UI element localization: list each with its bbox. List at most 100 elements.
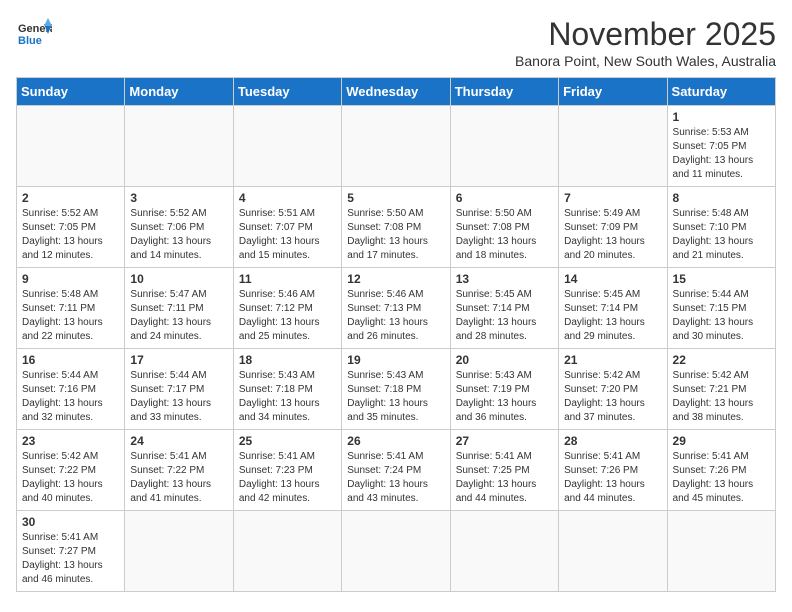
day-number: 28 [564,434,661,448]
day-info: Sunrise: 5:45 AM Sunset: 7:14 PM Dayligh… [564,288,661,344]
day-number: 23 [22,434,119,448]
calendar-cell: 4 Sunrise: 5:51 AM Sunset: 7:07 PM Daylig… [233,187,341,268]
day-number: 19 [347,353,444,367]
header-thursday: Thursday [450,78,558,106]
calendar-cell: 5Sunrise: 5:50 AM Sunset: 7:08 PM Daylig… [342,187,450,268]
calendar-cell: 17 Sunrise: 5:44 AM Sunset: 7:17 PM Dayli… [125,349,233,430]
logo-icon: General Blue [16,16,52,52]
day-number: 10 [130,272,227,286]
calendar-week-6: 30Sunrise: 5:41 AM Sunset: 7:27 PM Dayli… [17,511,776,592]
header-sunday: Sunday [17,78,125,106]
calendar-cell: 29 Sunrise: 5:41 AM Sunset: 7:26 PM Dayli… [667,430,775,511]
day-number: 4 [239,191,336,205]
calendar-cell [125,106,233,187]
calendar-cell: 16 Sunrise: 5:44 AM Sunset: 7:16 PM Dayli… [17,349,125,430]
header-saturday: Saturday [667,78,775,106]
month-title: November 2025 [515,16,776,53]
calendar-cell: 19Sunrise: 5:43 AM Sunset: 7:18 PM Dayli… [342,349,450,430]
logo: General Blue [16,16,52,52]
day-number: 21 [564,353,661,367]
calendar-cell [233,511,341,592]
day-number: 20 [456,353,553,367]
day-info: Sunrise: 5:44 AM Sunset: 7:17 PM Dayligh… [130,369,227,425]
day-number: 14 [564,272,661,286]
day-info: Sunrise: 5:46 AM Sunset: 7:13 PM Dayligh… [347,288,444,344]
day-info: Sunrise: 5:42 AM Sunset: 7:20 PM Dayligh… [564,369,661,425]
calendar-cell: 11Sunrise: 5:46 AM Sunset: 7:12 PM Dayli… [233,268,341,349]
day-info: Sunrise: 5:41 AM Sunset: 7:26 PM Dayligh… [564,450,661,506]
calendar-cell [450,511,558,592]
day-info: Sunrise: 5:44 AM Sunset: 7:15 PM Dayligh… [673,288,770,344]
day-info: Sunrise: 5:42 AM Sunset: 7:21 PM Dayligh… [673,369,770,425]
header-friday: Friday [559,78,667,106]
header-wednesday: Wednesday [342,78,450,106]
calendar-cell [17,106,125,187]
day-info: Sunrise: 5:51 AM Sunset: 7:07 PM Dayligh… [239,207,336,263]
day-info: Sunrise: 5:41 AM Sunset: 7:26 PM Dayligh… [673,450,770,506]
day-info: Sunrise: 5:48 AM Sunset: 7:10 PM Dayligh… [673,207,770,263]
calendar-cell: 12Sunrise: 5:46 AM Sunset: 7:13 PM Dayli… [342,268,450,349]
title-block: November 2025 Banora Point, New South Wa… [515,16,776,69]
day-info: Sunrise: 5:50 AM Sunset: 7:08 PM Dayligh… [347,207,444,263]
day-info: Sunrise: 5:44 AM Sunset: 7:16 PM Dayligh… [22,369,119,425]
calendar-week-2: 2Sunrise: 5:52 AM Sunset: 7:05 PM Daylig… [17,187,776,268]
day-info: Sunrise: 5:49 AM Sunset: 7:09 PM Dayligh… [564,207,661,263]
day-info: Sunrise: 5:48 AM Sunset: 7:11 PM Dayligh… [22,288,119,344]
calendar-cell: 1Sunrise: 5:53 AM Sunset: 7:05 PM Daylig… [667,106,775,187]
calendar-week-4: 16 Sunrise: 5:44 AM Sunset: 7:16 PM Dayli… [17,349,776,430]
day-info: Sunrise: 5:41 AM Sunset: 7:24 PM Dayligh… [347,450,444,506]
day-number: 29 [673,434,770,448]
calendar-cell: 2Sunrise: 5:52 AM Sunset: 7:05 PM Daylig… [17,187,125,268]
day-number: 15 [673,272,770,286]
calendar-cell: 6Sunrise: 5:50 AM Sunset: 7:08 PM Daylig… [450,187,558,268]
calendar-cell [559,511,667,592]
calendar-cell: 23 Sunrise: 5:42 AM Sunset: 7:22 PM Dayli… [17,430,125,511]
day-info: Sunrise: 5:42 AM Sunset: 7:22 PM Dayligh… [22,450,119,506]
calendar-cell: 9Sunrise: 5:48 AM Sunset: 7:11 PM Daylig… [17,268,125,349]
calendar-cell: 15 Sunrise: 5:44 AM Sunset: 7:15 PM Dayli… [667,268,775,349]
day-number: 3 [130,191,227,205]
day-number: 24 [130,434,227,448]
calendar-cell: 13Sunrise: 5:45 AM Sunset: 7:14 PM Dayli… [450,268,558,349]
calendar-cell: 8 Sunrise: 5:48 AM Sunset: 7:10 PM Daylig… [667,187,775,268]
calendar-table: Sunday Monday Tuesday Wednesday Thursday… [16,77,776,592]
calendar-cell [125,511,233,592]
header: General Blue November 2025 Banora Point,… [16,16,776,69]
day-info: Sunrise: 5:41 AM Sunset: 7:25 PM Dayligh… [456,450,553,506]
calendar-cell: 22Sunrise: 5:42 AM Sunset: 7:21 PM Dayli… [667,349,775,430]
day-number: 17 [130,353,227,367]
day-info: Sunrise: 5:41 AM Sunset: 7:22 PM Dayligh… [130,450,227,506]
calendar-week-3: 9Sunrise: 5:48 AM Sunset: 7:11 PM Daylig… [17,268,776,349]
day-info: Sunrise: 5:43 AM Sunset: 7:19 PM Dayligh… [456,369,553,425]
day-info: Sunrise: 5:45 AM Sunset: 7:14 PM Dayligh… [456,288,553,344]
day-number: 30 [22,515,119,529]
calendar-week-5: 23 Sunrise: 5:42 AM Sunset: 7:22 PM Dayli… [17,430,776,511]
day-number: 8 [673,191,770,205]
calendar-cell: 10Sunrise: 5:47 AM Sunset: 7:11 PM Dayli… [125,268,233,349]
day-info: Sunrise: 5:41 AM Sunset: 7:23 PM Dayligh… [239,450,336,506]
svg-text:Blue: Blue [18,35,42,47]
calendar-cell [233,106,341,187]
day-info: Sunrise: 5:43 AM Sunset: 7:18 PM Dayligh… [239,369,336,425]
calendar-cell [450,106,558,187]
day-info: Sunrise: 5:46 AM Sunset: 7:12 PM Dayligh… [239,288,336,344]
calendar-header-row: Sunday Monday Tuesday Wednesday Thursday… [17,78,776,106]
calendar-week-1: 1Sunrise: 5:53 AM Sunset: 7:05 PM Daylig… [17,106,776,187]
calendar-cell: 27 Sunrise: 5:41 AM Sunset: 7:25 PM Dayli… [450,430,558,511]
calendar-cell [667,511,775,592]
day-number: 27 [456,434,553,448]
day-number: 26 [347,434,444,448]
calendar-cell: 20 Sunrise: 5:43 AM Sunset: 7:19 PM Dayli… [450,349,558,430]
calendar-cell: 7Sunrise: 5:49 AM Sunset: 7:09 PM Daylig… [559,187,667,268]
calendar-cell: 21 Sunrise: 5:42 AM Sunset: 7:20 PM Dayli… [559,349,667,430]
calendar-cell [559,106,667,187]
header-tuesday: Tuesday [233,78,341,106]
calendar-cell: 25Sunrise: 5:41 AM Sunset: 7:23 PM Dayli… [233,430,341,511]
day-info: Sunrise: 5:50 AM Sunset: 7:08 PM Dayligh… [456,207,553,263]
day-number: 1 [673,110,770,124]
day-number: 18 [239,353,336,367]
calendar-cell: 30Sunrise: 5:41 AM Sunset: 7:27 PM Dayli… [17,511,125,592]
day-number: 2 [22,191,119,205]
day-number: 16 [22,353,119,367]
calendar-cell: 3Sunrise: 5:52 AM Sunset: 7:06 PM Daylig… [125,187,233,268]
